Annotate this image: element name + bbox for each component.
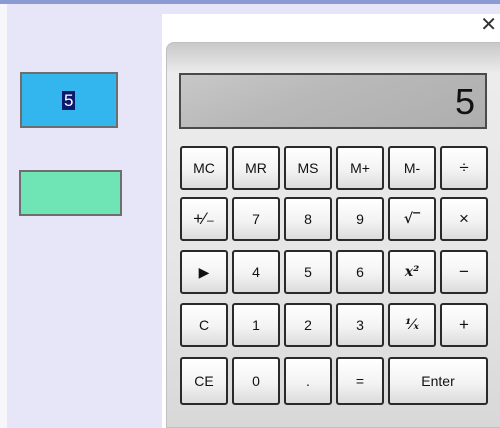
subtract-button[interactable]: − — [440, 250, 488, 294]
digit-4-button[interactable]: 4 — [232, 250, 280, 294]
close-icon[interactable]: ✕ — [480, 14, 497, 36]
clear-button[interactable]: C — [180, 303, 228, 347]
digit-0-button[interactable]: 0 — [232, 357, 280, 405]
reciprocal-button[interactable]: ¹⁄ₓ — [388, 303, 436, 347]
digit-7-button[interactable]: 7 — [232, 197, 280, 241]
calculator-display: 5 — [179, 73, 487, 129]
memory-recall-button[interactable]: MR — [232, 146, 280, 190]
square-button[interactable]: x² — [388, 250, 436, 294]
memory-clear-button[interactable]: MC — [180, 146, 228, 190]
memory-add-button[interactable]: M+ — [336, 146, 384, 190]
play-icon: ▶ — [198, 263, 210, 280]
divide-button[interactable]: ÷ — [440, 146, 488, 190]
digit-3-button[interactable]: 3 — [336, 303, 384, 347]
digit-8-button[interactable]: 8 — [284, 197, 332, 241]
value-field-text[interactable]: 5 — [62, 91, 76, 110]
value-field-green[interactable] — [19, 170, 122, 216]
square-root-button[interactable]: √‾ — [388, 197, 436, 241]
plus-minus-button[interactable]: +⁄₋ — [180, 197, 228, 241]
memory-store-button[interactable]: MS — [284, 146, 332, 190]
digit-2-button[interactable]: 2 — [284, 303, 332, 347]
digit-9-button[interactable]: 9 — [336, 197, 384, 241]
digit-6-button[interactable]: 6 — [336, 250, 384, 294]
memory-subtract-button[interactable]: M- — [388, 146, 436, 190]
digit-5-button[interactable]: 5 — [284, 250, 332, 294]
multiply-button[interactable]: × — [440, 197, 488, 241]
top-strip — [0, 0, 500, 4]
left-edge — [0, 4, 7, 428]
equals-button[interactable]: = — [336, 357, 384, 405]
decimal-point-button[interactable]: . — [284, 357, 332, 405]
display-value: 5 — [454, 81, 475, 122]
add-button[interactable]: + — [440, 303, 488, 347]
run-button[interactable]: ▶ — [180, 250, 228, 294]
clear-entry-button[interactable]: CE — [180, 357, 228, 405]
value-field-blue[interactable]: 5 — [20, 72, 118, 128]
enter-button[interactable]: Enter — [388, 357, 488, 405]
digit-1-button[interactable]: 1 — [232, 303, 280, 347]
